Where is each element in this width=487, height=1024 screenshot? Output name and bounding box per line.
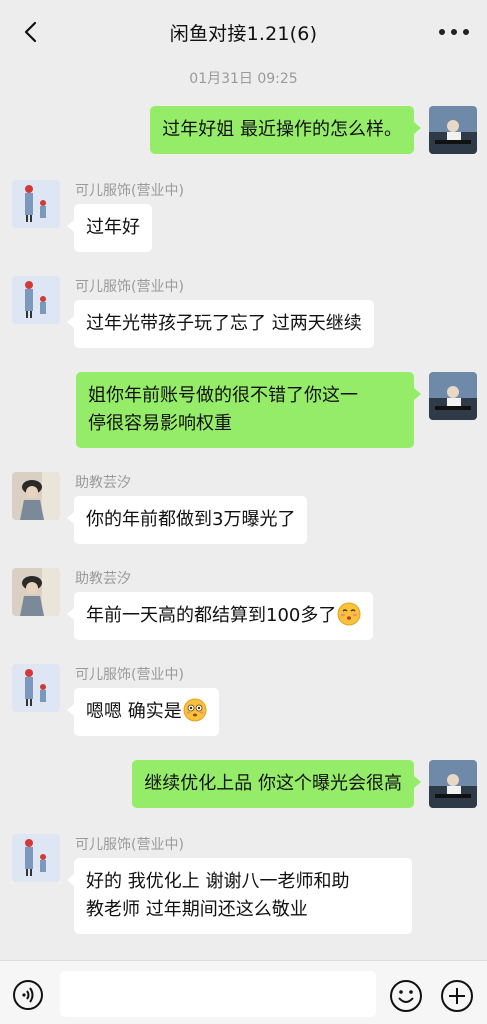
sender-name: 可儿服饰(营业中)	[75, 837, 184, 853]
flushed-emoji-icon	[183, 698, 207, 722]
message-bubble-incoming[interactable]: 好的 我优化上 谢谢八一老师和助 教老师 过年期间还这么敬业	[67, 858, 412, 934]
voice-icon[interactable]	[12, 979, 44, 1011]
sender-name: 助教芸汐	[75, 475, 131, 491]
message-row: 姐你年前账号做的很不错了你这一 停很容易影响权重	[0, 372, 487, 452]
keer-avatar[interactable]	[12, 834, 60, 882]
keer-avatar[interactable]	[12, 664, 60, 712]
keer-avatar[interactable]	[12, 180, 60, 228]
message-row: 可儿服饰(营业中) 好的 我优化上 谢谢八一老师和助 教老师 过年期间还这么敬业	[0, 832, 487, 942]
message-row: 可儿服饰(营业中) 嗯嗯 确实是	[0, 662, 487, 742]
message-list[interactable]: 01月31日 09:25 过年好姐 最近操作的怎么样。 可儿服饰(营业中) 过年…	[0, 64, 487, 960]
sender-name: 可儿服饰(营业中)	[75, 279, 184, 295]
more-dots-icon[interactable]	[439, 20, 469, 44]
message-bubble-incoming[interactable]: 过年好	[67, 204, 152, 252]
emoji-face-icon[interactable]	[389, 979, 423, 1013]
input-bar	[0, 960, 487, 1024]
message-text: 年前一天高的都结算到100多了	[86, 605, 337, 626]
message-bubble-incoming[interactable]: 你的年前都做到3万曝光了	[66, 496, 308, 544]
assistant-avatar[interactable]	[12, 472, 60, 520]
chat-title: 闲鱼对接1.21(6)	[169, 22, 318, 45]
message-text-line: 姐你年前账号做的很不错了你这一	[88, 385, 358, 406]
message-input[interactable]	[60, 971, 376, 1017]
message-text-line: 教老师 过年期间还这么敬业	[86, 899, 308, 920]
message-text-line: 好的 我优化上 谢谢八一老师和助	[86, 871, 350, 892]
message-row: 助教芸汐 年前一天高的都结算到100多了	[0, 566, 487, 646]
sender-name: 可儿服饰(营业中)	[75, 667, 184, 683]
message-row: 过年好姐 最近操作的怎么样。	[0, 106, 487, 162]
plus-icon[interactable]	[440, 979, 474, 1013]
message-text-line: 停很容易影响权重	[88, 413, 232, 434]
sender-name: 助教芸汐	[75, 571, 131, 587]
back-chevron-icon[interactable]	[20, 20, 44, 44]
sender-name: 可儿服饰(营业中)	[75, 183, 184, 199]
message-bubble-outgoing[interactable]: 过年好姐 最近操作的怎么样。	[150, 106, 421, 154]
chat-header: 闲鱼对接1.21(6)	[0, 0, 487, 64]
keer-avatar[interactable]	[12, 276, 60, 324]
message-bubble-incoming[interactable]: 过年光带孩子玩了忘了 过两天继续	[67, 300, 374, 348]
message-bubble-incoming[interactable]: 年前一天高的都结算到100多了	[66, 592, 374, 640]
assistant-avatar[interactable]	[12, 568, 60, 616]
message-bubble-outgoing[interactable]: 继续优化上品 你这个曝光会很高	[132, 760, 421, 808]
user-avatar[interactable]	[429, 106, 477, 154]
message-text: 嗯嗯 确实是	[86, 701, 182, 722]
message-row: 可儿服饰(营业中) 过年好	[0, 178, 487, 258]
message-row: 可儿服饰(营业中) 过年光带孩子玩了忘了 过两天继续	[0, 274, 487, 354]
message-timestamp: 01月31日 09:25	[189, 71, 298, 87]
message-row: 助教芸汐 你的年前都做到3万曝光了	[0, 470, 487, 550]
user-avatar[interactable]	[429, 760, 477, 808]
kiss-emoji-icon	[337, 602, 361, 626]
message-row: 继续优化上品 你这个曝光会很高	[0, 760, 487, 816]
message-bubble-incoming[interactable]: 嗯嗯 确实是	[67, 688, 219, 736]
message-bubble-outgoing[interactable]: 姐你年前账号做的很不错了你这一 停很容易影响权重	[76, 372, 421, 448]
user-avatar[interactable]	[429, 372, 477, 420]
